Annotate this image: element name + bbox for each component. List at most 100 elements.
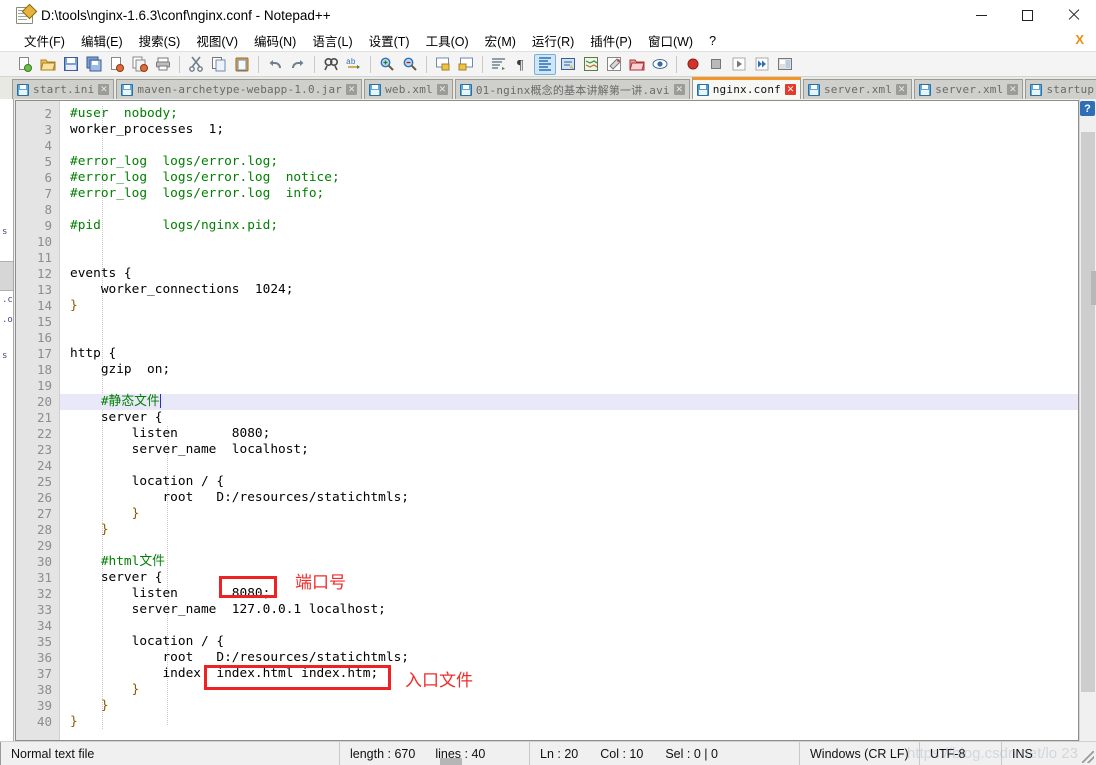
- tab-4-active[interactable]: nginx.conf ✕: [691, 77, 801, 99]
- menu-item-9[interactable]: 运行(R): [524, 29, 582, 52]
- code-line[interactable]: location / {: [60, 474, 1078, 490]
- menu-item-3[interactable]: 视图(V): [188, 29, 246, 52]
- tab-close-icon[interactable]: ✕: [896, 84, 908, 95]
- toolbar-button-redo[interactable]: [287, 54, 309, 75]
- code-line[interactable]: location / {: [60, 634, 1078, 650]
- toolbar-button-stop-macro[interactable]: [705, 54, 727, 75]
- code-line[interactable]: [60, 314, 1078, 330]
- code-line[interactable]: [60, 618, 1078, 634]
- toolbar-button-sync-scroll-horizontal[interactable]: [455, 54, 477, 75]
- code-line[interactable]: #error_log logs/error.log info;: [60, 186, 1078, 202]
- code-line[interactable]: server_name localhost;: [60, 442, 1078, 458]
- toolbar-button-find[interactable]: [320, 54, 342, 75]
- menu-item-0[interactable]: 文件(F): [16, 29, 73, 52]
- code-line[interactable]: events {: [60, 266, 1078, 282]
- docked-side-panel[interactable]: s .c .o s: [0, 99, 14, 741]
- toolbar-button-folder-as-workspace[interactable]: [626, 54, 648, 75]
- scrollbar-track[interactable]: [1080, 116, 1096, 741]
- code-line[interactable]: root D:/resources/statichtmls;: [60, 650, 1078, 666]
- menu-item-1[interactable]: 编辑(E): [73, 29, 131, 52]
- toolbar-button-sync-scroll-vertical[interactable]: [432, 54, 454, 75]
- code-line[interactable]: listen 8080;: [60, 586, 1078, 602]
- maximize-button[interactable]: [1004, 0, 1050, 30]
- tab-0[interactable]: start.ini ✕: [12, 79, 115, 99]
- code-line[interactable]: }: [60, 682, 1078, 698]
- code-line[interactable]: [60, 378, 1078, 394]
- code-line[interactable]: [60, 138, 1078, 154]
- code-line[interactable]: #静态文件: [60, 394, 1078, 410]
- toolbar-button-zoom-out[interactable]: [399, 54, 421, 75]
- toolbar-button-user-defined-language[interactable]: [557, 54, 579, 75]
- tab-2[interactable]: web.xml ✕: [364, 79, 453, 99]
- code-line[interactable]: listen 8080;: [60, 426, 1078, 442]
- toolbar-button-indent-guide[interactable]: [534, 53, 556, 75]
- tab-close-icon[interactable]: ✕: [1007, 84, 1019, 95]
- toolbar-button-function-list[interactable]: [603, 54, 625, 75]
- code-line[interactable]: [60, 458, 1078, 474]
- code-editor[interactable]: 2 3 4 5 6 7 8 9 10 11 12 13 14 15 16 17 18 19 20 21 22 23 24 25…: [15, 100, 1079, 741]
- toolbar-button-close-all-files[interactable]: [129, 54, 151, 75]
- tab-close-icon[interactable]: ✕: [98, 84, 110, 95]
- help-badge-icon[interactable]: ?: [1080, 101, 1095, 116]
- menu-item-2[interactable]: 搜索(S): [131, 29, 189, 52]
- toolbar-button-run-macro-multiple[interactable]: [751, 54, 773, 75]
- code-line[interactable]: index index.html index.htm;: [60, 666, 1078, 682]
- toolbar-button-paste[interactable]: [231, 54, 253, 75]
- code-line[interactable]: }: [60, 522, 1078, 538]
- toolbar-button-record-macro[interactable]: [682, 54, 704, 75]
- toolbar-button-show-all-chars[interactable]: ¶: [511, 54, 533, 75]
- horizontal-scrollbar-thumb[interactable]: [440, 758, 462, 765]
- code-line[interactable]: }: [60, 698, 1078, 714]
- toolbar-button-word-wrap[interactable]: [488, 54, 510, 75]
- toolbar-button-document-map[interactable]: [580, 54, 602, 75]
- close-document-button[interactable]: X: [1075, 32, 1084, 47]
- code-line[interactable]: root D:/resources/statichtmls;: [60, 490, 1078, 506]
- code-line[interactable]: server_name 127.0.0.1 localhost;: [60, 602, 1078, 618]
- toolbar-button-play-macro[interactable]: [728, 54, 750, 75]
- toolbar-button-cut[interactable]: [185, 54, 207, 75]
- tab-close-icon[interactable]: ✕: [436, 84, 448, 95]
- tab-close-icon[interactable]: ✕: [346, 84, 358, 95]
- code-line[interactable]: worker_processes 1;: [60, 122, 1078, 138]
- minimize-button[interactable]: [958, 0, 1004, 30]
- toolbar-button-monitor[interactable]: [649, 54, 671, 75]
- code-line[interactable]: server {: [60, 570, 1078, 586]
- close-window-button[interactable]: [1050, 0, 1096, 30]
- menu-item-12[interactable]: ?: [701, 32, 724, 50]
- code-line[interactable]: worker_connections 1024;: [60, 282, 1078, 298]
- tab-7[interactable]: startup.bat✕: [1025, 79, 1096, 99]
- toolbar-button-copy[interactable]: [208, 54, 230, 75]
- tab-close-icon[interactable]: ✕: [784, 84, 796, 95]
- code-line[interactable]: #html文件: [60, 554, 1078, 570]
- toolbar-button-new-file[interactable]: [14, 54, 36, 75]
- tab-6[interactable]: server.xml ✕: [914, 79, 1024, 99]
- code-line[interactable]: [60, 250, 1078, 266]
- scrollbar-thumb[interactable]: [1081, 132, 1095, 692]
- code-line[interactable]: [60, 202, 1078, 218]
- code-line[interactable]: #error_log logs/error.log;: [60, 154, 1078, 170]
- code-line[interactable]: [60, 538, 1078, 554]
- secondary-scroll-thumb[interactable]: [1091, 271, 1096, 305]
- tab-3[interactable]: 01-nginx概念的基本讲解第一讲.avi ✕: [454, 79, 690, 99]
- code-line[interactable]: #error_log logs/error.log notice;: [60, 170, 1078, 186]
- menu-item-8[interactable]: 宏(M): [477, 29, 524, 52]
- menu-item-5[interactable]: 语言(L): [304, 29, 360, 52]
- code-line[interactable]: }: [60, 506, 1078, 522]
- menu-item-4[interactable]: 编码(N): [246, 29, 304, 52]
- code-line[interactable]: }: [60, 298, 1078, 314]
- code-line[interactable]: server {: [60, 410, 1078, 426]
- toolbar-button-close-file[interactable]: [106, 54, 128, 75]
- tab-1[interactable]: maven-archetype-webapp-1.0.jar ✕: [116, 79, 363, 99]
- toolbar-button-zoom-in[interactable]: [376, 54, 398, 75]
- toolbar-button-open-folder[interactable]: [37, 54, 59, 75]
- menu-item-11[interactable]: 窗口(W): [640, 29, 701, 52]
- code-line[interactable]: #pid logs/nginx.pid;: [60, 218, 1078, 234]
- side-panel-tab[interactable]: [0, 261, 13, 291]
- code-line[interactable]: [60, 330, 1078, 346]
- toolbar-button-save[interactable]: [60, 54, 82, 75]
- menu-item-7[interactable]: 工具(O): [418, 29, 477, 52]
- menu-item-10[interactable]: 插件(P): [582, 29, 640, 52]
- toolbar-button-save-macro[interactable]: [774, 54, 796, 75]
- code-line[interactable]: }: [60, 714, 1078, 730]
- code-line[interactable]: http {: [60, 346, 1078, 362]
